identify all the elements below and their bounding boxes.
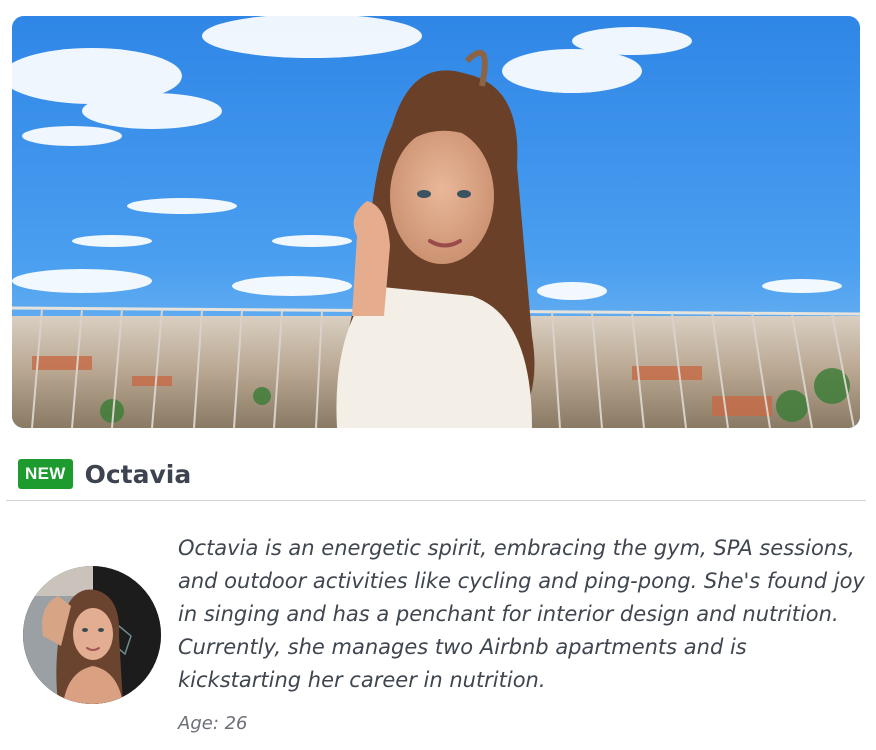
profile-header: NEW Octavia [18, 456, 191, 492]
profile-age: Age: 26 [178, 713, 248, 734]
header-divider [6, 500, 866, 501]
profile-name: Octavia [84, 459, 192, 489]
hero-photo [12, 16, 860, 428]
profile-card: NEW Octavia Octavia is an energetic spir… [0, 0, 876, 750]
avatar [23, 566, 161, 704]
profile-bio: Octavia is an energetic spirit, embracin… [178, 536, 865, 692]
new-badge: NEW [18, 459, 73, 489]
